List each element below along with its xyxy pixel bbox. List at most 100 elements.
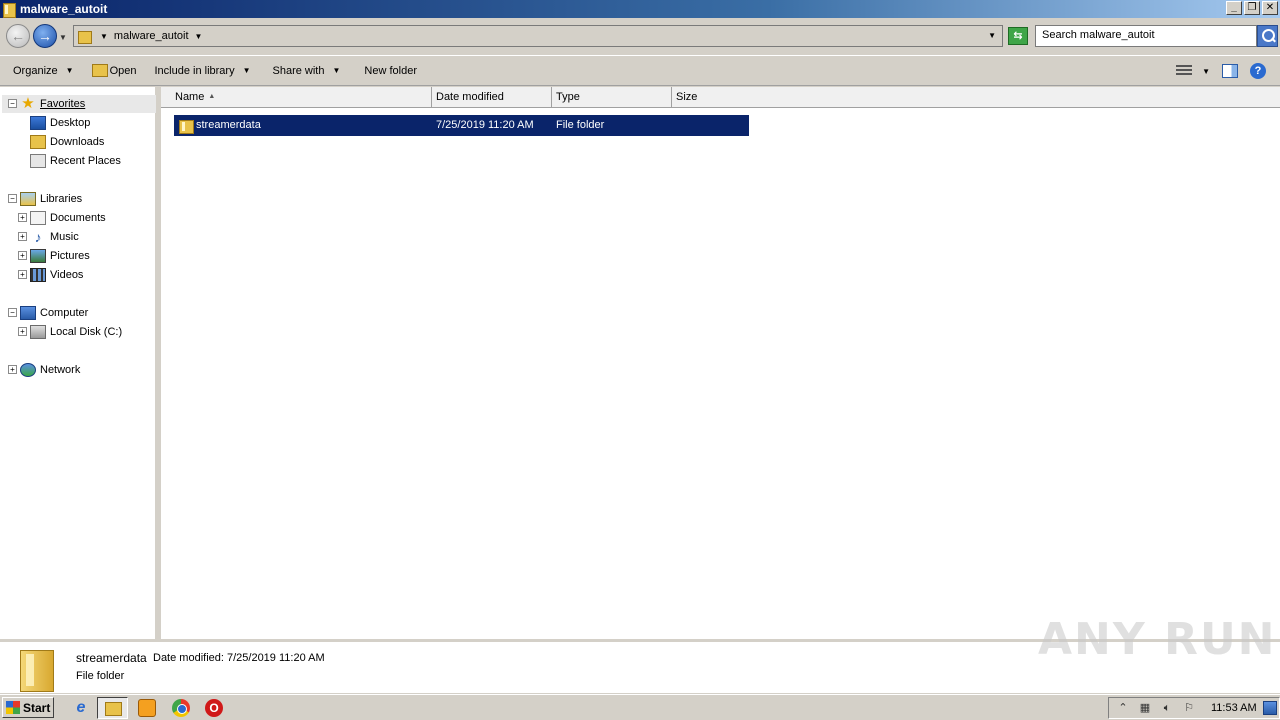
close-button[interactable]: ✕	[1262, 1, 1278, 15]
chevron-down-icon[interactable]: ▼	[100, 32, 108, 41]
back-button[interactable]: ←	[6, 24, 30, 48]
nav-item-local-disk[interactable]: + Local Disk (C:)	[12, 323, 122, 341]
film-icon	[30, 268, 46, 282]
nav-label: Videos	[50, 269, 84, 281]
windows-explorer-icon[interactable]	[97, 697, 128, 719]
refresh-icon: ⇆	[1013, 30, 1023, 42]
address-bar[interactable]: ▼ malware_autoit ▼ ▼	[73, 25, 1003, 47]
nav-item-network[interactable]: + Network	[2, 361, 80, 379]
nav-label: Downloads	[50, 136, 105, 148]
nav-item-computer[interactable]: − Computer	[2, 304, 88, 322]
open-button[interactable]: Open	[91, 60, 138, 82]
collapse-icon[interactable]: −	[8, 99, 17, 108]
search-button[interactable]	[1257, 25, 1278, 47]
nav-item-downloads[interactable]: Downloads	[30, 133, 104, 151]
address-history-dropdown[interactable]: ▼	[988, 31, 996, 40]
column-header-size[interactable]: Size	[672, 87, 752, 108]
share-with-label: Share with	[272, 64, 325, 77]
star-icon: ★	[21, 95, 35, 112]
folder-icon	[20, 648, 54, 692]
start-label: Start	[23, 700, 51, 715]
opera-icon[interactable]: O	[205, 699, 223, 717]
internet-explorer-icon[interactable]: e	[72, 699, 90, 717]
column-header-date-modified[interactable]: Date modified	[432, 87, 552, 108]
nav-item-libraries[interactable]: − Libraries	[2, 190, 82, 208]
window-controls: _ ❐ ✕	[1226, 1, 1278, 15]
computer-icon	[20, 306, 36, 320]
recent-pages-dropdown[interactable]: ▼	[59, 33, 67, 42]
command-bar: Organize ▼ Open Include in library ▼ Share…	[0, 55, 1280, 86]
column-header-filler	[751, 87, 1280, 108]
nav-item-pictures[interactable]: + Pictures	[12, 247, 90, 265]
expand-icon[interactable]: +	[18, 251, 27, 260]
chevron-down-icon: ▼	[332, 66, 341, 75]
forward-button[interactable]: →	[33, 24, 57, 48]
nav-label: Desktop	[50, 117, 91, 129]
column-label: Size	[676, 91, 698, 103]
chevron-down-icon[interactable]: ▼	[1202, 67, 1210, 76]
breadcrumb[interactable]: malware_autoit	[114, 30, 189, 42]
show-hidden-icons-icon[interactable]: ⌃	[1115, 701, 1131, 715]
column-label: Date modified	[436, 91, 504, 103]
expand-icon[interactable]: +	[18, 213, 27, 222]
include-in-library-button[interactable]: Include in library ▼	[153, 60, 251, 82]
nav-label: Libraries	[40, 193, 83, 205]
nav-item-desktop[interactable]: Desktop	[30, 114, 90, 132]
preview-pane-icon[interactable]	[1222, 64, 1238, 78]
nav-label: Recent Places	[50, 155, 121, 167]
chevron-down-icon[interactable]: ▼	[195, 32, 203, 41]
address-row: ← → ▼ ▼ malware_autoit ▼ ▼ ⇆ Search malw…	[0, 18, 1280, 54]
open-folder-icon	[91, 64, 108, 77]
restore-button[interactable]: ❐	[1244, 1, 1260, 15]
clock[interactable]: 11:53 AM	[1211, 702, 1257, 714]
details-name: streamerdata	[76, 651, 147, 665]
show-desktop-icon[interactable]	[1263, 701, 1277, 715]
nav-label: Network	[40, 364, 81, 376]
nav-item-music[interactable]: + ♪ Music	[12, 228, 79, 246]
windows-logo-icon	[6, 701, 20, 714]
nav-label: Local Disk (C:)	[50, 326, 123, 338]
new-folder-button[interactable]: New folder	[363, 60, 418, 82]
music-note-icon: ♪	[34, 229, 42, 245]
search-input[interactable]: Search malware_autoit	[1035, 25, 1257, 47]
help-icon[interactable]: ?	[1250, 63, 1266, 79]
new-folder-label: New folder	[364, 64, 417, 77]
desktop-icon	[30, 116, 46, 130]
documents-icon	[30, 211, 46, 225]
nav-label: Favorites	[40, 98, 86, 110]
start-button[interactable]: Start	[2, 697, 54, 718]
collapse-icon[interactable]: −	[8, 194, 17, 203]
watermark: ANY RUN	[1038, 614, 1277, 665]
hard-disk-icon	[30, 325, 46, 339]
action-center-flag-icon[interactable]: ⚐	[1181, 701, 1197, 715]
title-bar: malware_autoit _ ❐ ✕	[0, 0, 1280, 18]
window-title: malware_autoit	[20, 2, 108, 16]
column-header-type[interactable]: Type	[552, 87, 672, 108]
organize-button[interactable]: Organize ▼	[12, 60, 75, 82]
column-label: Name	[175, 91, 205, 103]
nav-label: Documents	[50, 212, 106, 224]
chrome-icon[interactable]	[172, 699, 190, 717]
details-date-modified: Date modified: 7/25/2019 11:20 AM	[153, 652, 325, 664]
expand-icon[interactable]: +	[8, 365, 17, 374]
file-list: Name ▲ Date modified Type Size streamerda…	[161, 87, 1280, 639]
expand-icon[interactable]: +	[18, 327, 27, 336]
file-row[interactable]: streamerdata 7/25/2019 11:20 AM File fol…	[174, 115, 749, 136]
open-label: Open	[109, 64, 137, 77]
nav-item-documents[interactable]: + Documents	[12, 209, 106, 227]
expand-icon[interactable]: +	[18, 270, 27, 279]
expand-icon[interactable]: +	[18, 232, 27, 241]
network-status-icon[interactable]: ▦	[1137, 701, 1153, 715]
column-header-name[interactable]: Name ▲	[161, 87, 432, 108]
nav-item-favorites[interactable]: − ★ Favorites	[2, 95, 156, 113]
collapse-icon[interactable]: −	[8, 308, 17, 317]
nav-item-recent-places[interactable]: Recent Places	[30, 152, 121, 170]
nav-item-videos[interactable]: + Videos	[12, 266, 83, 284]
pictures-icon	[30, 249, 46, 263]
refresh-button[interactable]: ⇆	[1008, 27, 1028, 45]
minimize-button[interactable]: _	[1226, 1, 1242, 15]
media-player-icon[interactable]	[138, 699, 156, 717]
share-with-button[interactable]: Share with ▼	[272, 60, 342, 82]
change-view-icon[interactable]	[1176, 65, 1193, 77]
volume-icon[interactable]: 🔈︎	[1159, 701, 1175, 715]
